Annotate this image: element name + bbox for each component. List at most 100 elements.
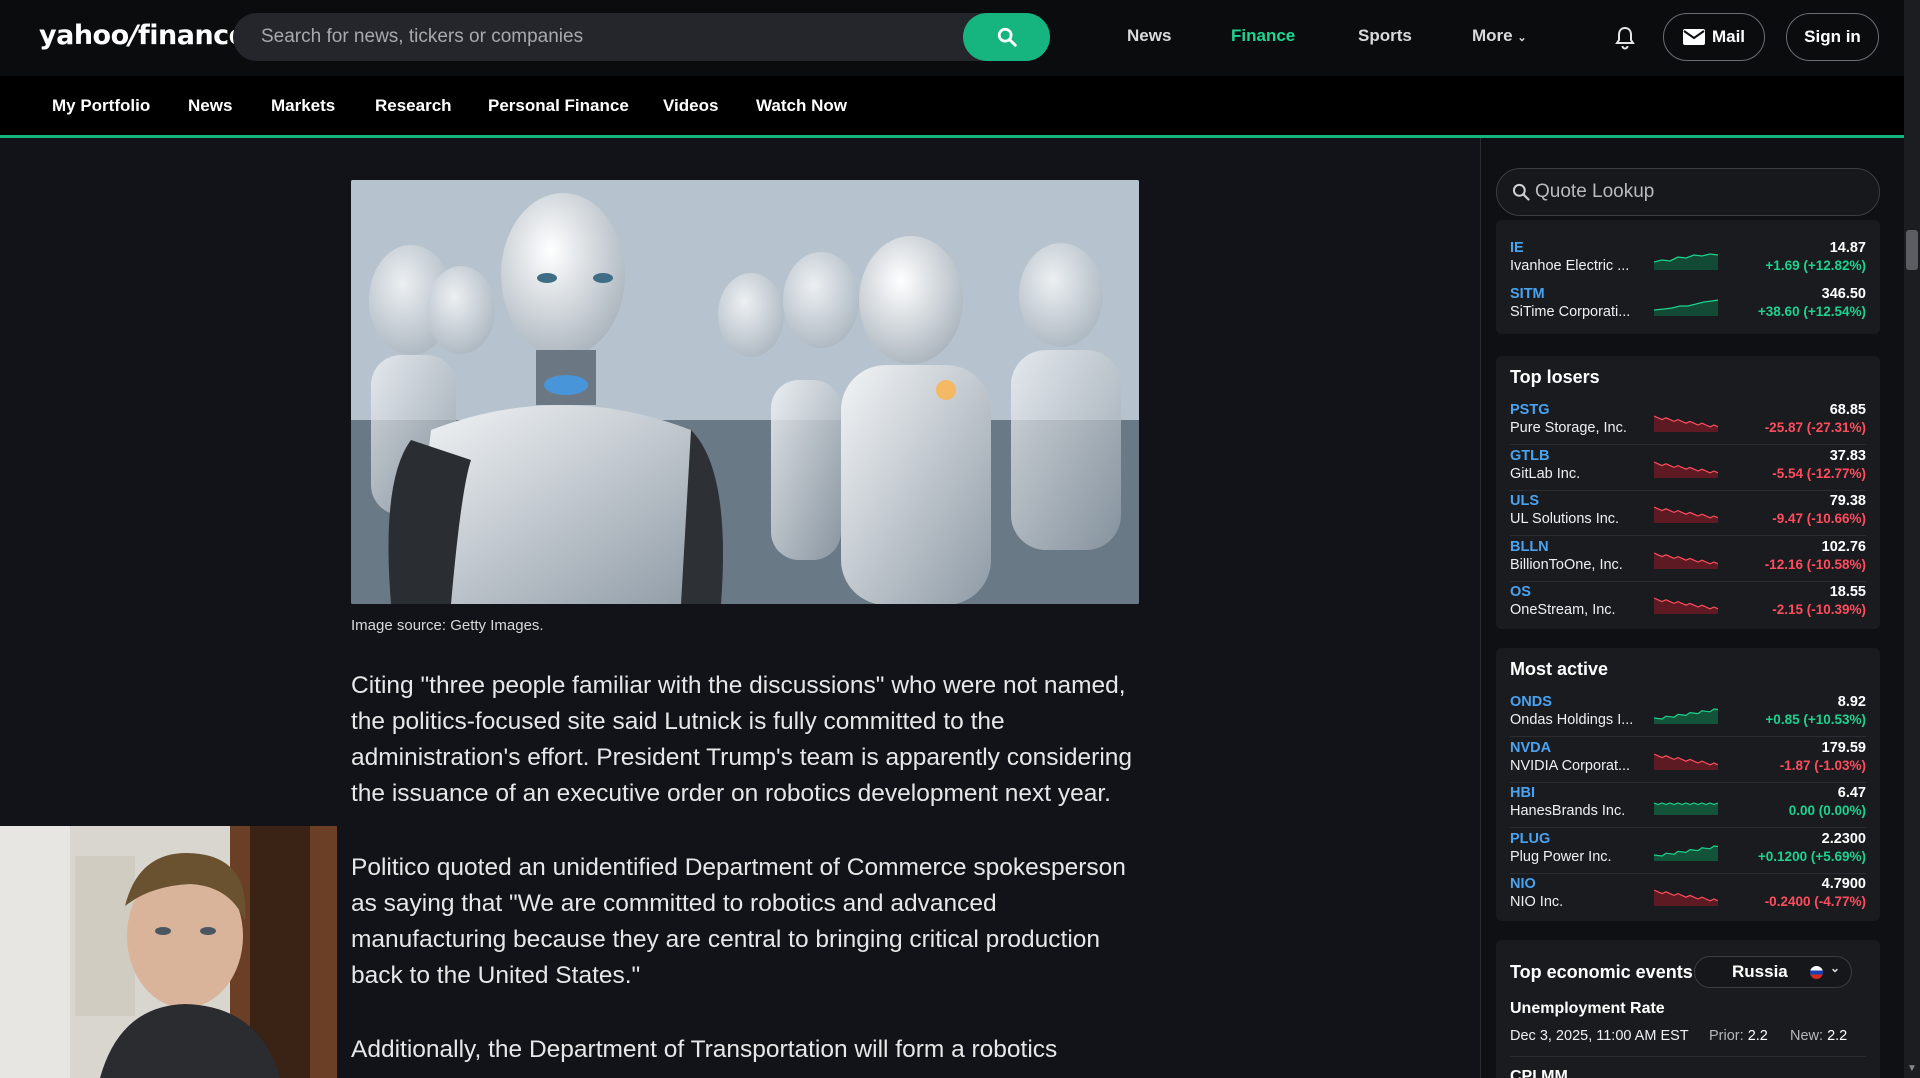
sparkline-chart — [1654, 708, 1718, 724]
stock-price: 68.85 — [1829, 402, 1866, 418]
nav-more[interactable]: More ⌄ — [1472, 26, 1527, 46]
nav-finance[interactable]: Finance — [1231, 26, 1295, 46]
stock-change: -0.2400 (-4.77%) — [1764, 894, 1866, 909]
bell-icon[interactable] — [1613, 25, 1637, 56]
nav-sports[interactable]: Sports — [1358, 26, 1412, 46]
sparkline-chart — [1654, 506, 1718, 523]
row-divider — [1510, 580, 1866, 582]
econ-event-prior: Prior: 2.2 — [1709, 1028, 1768, 1044]
stock-row-onds[interactable]: ONDS Ondas Holdings I... 8.92 +0.85 (+10.53… — [1510, 694, 1866, 739]
sparkline-chart — [1654, 889, 1718, 906]
search-input[interactable] — [261, 13, 961, 61]
stock-row-nio[interactable]: NIO NIO Inc. 4.7900 -0.2400 (-4.77%) — [1510, 876, 1866, 921]
subnav-videos[interactable]: Videos — [663, 96, 718, 116]
subnav-markets[interactable]: Markets — [271, 96, 335, 116]
stock-change: +0.1200 (+5.69%) — [1757, 848, 1866, 864]
stock-row-nvda[interactable]: NVDA NVIDIA Corporat... 179.59 -1.87 (-1.03… — [1510, 740, 1866, 785]
ticker-symbol[interactable]: PLUG — [1510, 831, 1550, 847]
stock-row-hbi[interactable]: HBI HanesBrands Inc. 6.47 0.00 (0.00%) — [1510, 785, 1866, 830]
stock-change: -2.15 (-10.39%) — [1772, 602, 1866, 617]
stock-change: -5.54 (-12.77%) — [1772, 465, 1866, 481]
stock-row-plug[interactable]: PLUG Plug Power Inc. 2.2300 +0.1200 (+5.69%… — [1510, 831, 1866, 876]
nav-news[interactable]: News — [1127, 26, 1171, 46]
company-name: NIO Inc. — [1510, 894, 1564, 910]
chevron-down-icon: ⌄ — [1830, 961, 1841, 975]
ticker-symbol[interactable]: NVDA — [1510, 740, 1551, 756]
search-icon — [997, 27, 1017, 47]
row-divider — [1510, 781, 1866, 783]
econ-event-name[interactable]: CPI MM — [1510, 1068, 1568, 1078]
stock-row-os[interactable]: OS OneStream, Inc. 18.55 -2.15 (-10.39%) — [1510, 584, 1866, 629]
econ-event-name[interactable]: Unemployment Rate — [1510, 1000, 1665, 1018]
company-name: GitLab Inc. — [1510, 465, 1581, 482]
article-hero-image — [351, 180, 1139, 604]
stock-price: 18.55 — [1829, 584, 1866, 600]
subnav-news[interactable]: News — [188, 96, 232, 116]
mail-icon — [1682, 29, 1705, 45]
ticker-symbol[interactable]: HBI — [1510, 785, 1535, 801]
subnav-my-portfolio[interactable]: My Portfolio — [52, 96, 150, 116]
company-name: Ondas Holdings I... — [1510, 712, 1634, 728]
ticker-symbol[interactable]: PSTG — [1510, 402, 1549, 418]
article-paragraph: Additionally, the Department of Transpor… — [351, 1036, 1058, 1063]
scrollbar-thumb[interactable] — [1906, 230, 1918, 270]
stock-price: 4.7900 — [1821, 876, 1866, 892]
stock-row-blln[interactable]: BLLN BillionToOne, Inc. 102.76 -12.16 (-10.… — [1510, 539, 1866, 584]
page-scrollbar[interactable]: ▼ — [1904, 0, 1920, 1078]
econ-event-date: Dec 3, 2025, 11:00 AM EST — [1510, 1028, 1689, 1044]
country-select[interactable]: Russia ⌄ — [1694, 956, 1852, 988]
ticker-symbol[interactable]: BLLN — [1510, 539, 1549, 555]
row-divider — [1510, 444, 1866, 445]
sparkline-chart — [1654, 415, 1718, 432]
ticker-symbol[interactable]: OS — [1510, 584, 1531, 600]
row-divider — [1510, 489, 1866, 491]
subnav-watch-now[interactable]: Watch Now — [756, 96, 847, 116]
sparkline-chart — [1654, 844, 1718, 861]
stock-row-pstg[interactable]: PSTG Pure Storage, Inc. 68.85 -25.87 (-27.3… — [1510, 402, 1866, 447]
ticker-symbol[interactable]: ULS — [1510, 493, 1539, 509]
chevron-down-icon: ⌄ — [1517, 32, 1527, 44]
row-divider — [1510, 827, 1866, 828]
economic-events-title: Top economic events — [1510, 962, 1693, 982]
mail-button[interactable]: Mail — [1663, 13, 1765, 61]
stock-row-uls[interactable]: ULS UL Solutions Inc. 79.38 -9.47 (-10.66%) — [1510, 493, 1866, 538]
article-paragraph: Politico quoted an unidentified Departme… — [351, 854, 1126, 989]
subnav-personal-finance[interactable]: Personal Finance — [488, 96, 629, 116]
ticker-symbol[interactable]: GTLB — [1510, 448, 1549, 464]
most-active-card: Most active ONDS Ondas Holdings I... 8.92 +… — [1496, 648, 1880, 921]
company-name: Pure Storage, Inc. — [1510, 420, 1627, 436]
company-name: Plug Power Inc. — [1510, 848, 1612, 865]
quote-lookup-input[interactable] — [1535, 169, 1865, 214]
ticker-symbol[interactable]: NIO — [1510, 876, 1536, 892]
search-button[interactable] — [963, 13, 1050, 61]
yahoo-finance-logo[interactable]: yahoo/finance — [39, 20, 247, 51]
sign-in-button[interactable]: Sign in — [1786, 13, 1879, 61]
top-bar: yahoo/finance News Finance Sports More ⌄… — [0, 0, 1904, 76]
sparkline-chart — [1654, 597, 1718, 614]
ticker-symbol[interactable]: ONDS — [1510, 694, 1552, 710]
scroll-down-arrow-icon[interactable]: ▼ — [1907, 1063, 1917, 1074]
stock-row-ie[interactable]: IE Ivanhoe Electric ... 14.87 +1.69 (+12… — [1510, 240, 1866, 285]
most-active-title: Most active — [1510, 659, 1609, 679]
company-name: NVIDIA Corporat... — [1510, 757, 1631, 774]
russia-flag-icon — [1810, 966, 1823, 979]
economic-events-card: Top economic events Russia ⌄ Unemploymen… — [1496, 940, 1880, 1078]
stock-change: 0.00 (0.00%) — [1788, 803, 1866, 818]
stock-change: -9.47 (-10.66%) — [1772, 511, 1866, 526]
right-rail: IE Ivanhoe Electric ... 14.87 +1.69 (+12… — [1480, 138, 1904, 1078]
subnav-research[interactable]: Research — [375, 96, 452, 116]
company-name: OneStream, Inc. — [1510, 602, 1616, 618]
top-gainers-card: IE Ivanhoe Electric ... 14.87 +1.69 (+12… — [1496, 220, 1880, 334]
top-losers-title: Top losers — [1510, 367, 1600, 387]
quote-lookup — [1496, 168, 1880, 216]
finance-subnav: My Portfolio News Markets Research Perso… — [0, 76, 1904, 138]
row-divider — [1510, 872, 1866, 874]
stock-change: -25.87 (-27.31%) — [1764, 420, 1866, 435]
company-name: HanesBrands Inc. — [1510, 803, 1626, 819]
image-caption: Image source: Getty Images. — [351, 617, 544, 634]
company-name: UL Solutions Inc. — [1510, 511, 1620, 527]
stock-row-gtlb[interactable]: GTLB GitLab Inc. 37.83 -5.54 (-12.77%) — [1510, 448, 1866, 493]
stock-row-sitm[interactable]: SITM SiTime Corporati... 346.50 +38.60 (… — [1510, 286, 1866, 331]
row-divider — [1510, 535, 1866, 536]
search-icon — [1512, 183, 1530, 201]
